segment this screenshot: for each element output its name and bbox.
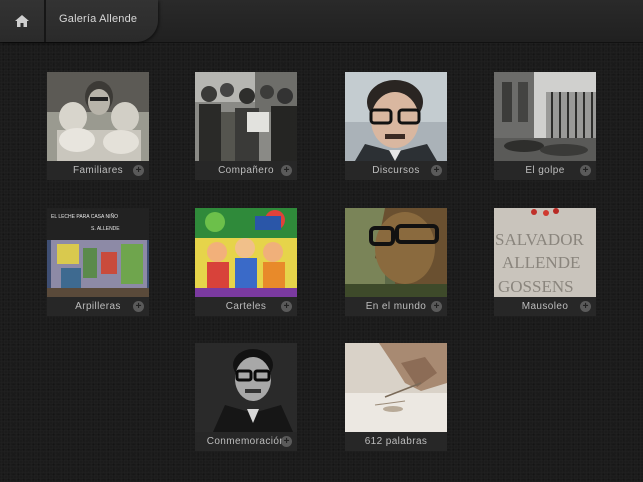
gallery-tile-arpilleras[interactable]: EL LECHE PARA CASA NIÑO S. ALLENDE Arpil… xyxy=(47,208,149,316)
gallery-tile-612-palabras[interactable]: 612 palabras xyxy=(345,343,447,451)
tile-label: 612 palabras xyxy=(364,436,428,447)
home-button[interactable] xyxy=(0,0,46,42)
plus-icon[interactable]: + xyxy=(281,436,292,447)
mausoleo-line-3: GOSSENS xyxy=(498,277,574,296)
tile-label: Conmemoración xyxy=(206,436,286,447)
tile-label: Familiares xyxy=(72,165,124,176)
thumbnail-discursos xyxy=(345,72,447,161)
gallery-tile-conmemoracion[interactable]: Conmemoración + xyxy=(195,343,297,451)
tile-label-bar: Mausoleo + xyxy=(494,297,596,316)
thumbnail-mausoleo: SALVADOR ALLENDE GOSSENS xyxy=(494,208,596,297)
tile-label-bar: Arpilleras + xyxy=(47,297,149,316)
header-tab: Galería Allende xyxy=(0,0,158,42)
thumbnail-612-palabras xyxy=(345,343,447,432)
plus-icon[interactable]: + xyxy=(580,301,591,312)
tile-label-bar: Familiares + xyxy=(47,161,149,180)
thumbnail-companero xyxy=(195,72,297,161)
page-title: Galería Allende xyxy=(59,13,138,25)
tile-label: Arpilleras xyxy=(75,301,121,312)
plus-icon[interactable]: + xyxy=(431,301,442,312)
gallery-tile-el-golpe[interactable]: El golpe + xyxy=(494,72,596,180)
plus-icon[interactable]: + xyxy=(431,165,442,176)
gallery-tile-familiares[interactable]: Familiares + xyxy=(47,72,149,180)
thumbnail-arpilleras: EL LECHE PARA CASA NIÑO S. ALLENDE xyxy=(47,208,149,297)
tile-label-bar: 612 palabras xyxy=(345,432,447,451)
thumbnail-conmemoracion xyxy=(195,343,297,432)
tile-label: Discursos xyxy=(372,165,420,176)
plus-icon[interactable]: + xyxy=(580,165,591,176)
tile-label: El golpe xyxy=(525,165,565,176)
thumbnail-en-el-mundo xyxy=(345,208,447,297)
gallery-tile-en-el-mundo[interactable]: En el mundo + xyxy=(345,208,447,316)
gallery-tile-companero[interactable]: Compañero + xyxy=(195,72,297,180)
plus-icon[interactable]: + xyxy=(133,301,144,312)
gallery-tile-mausoleo[interactable]: SALVADOR ALLENDE GOSSENS Mausoleo + xyxy=(494,208,596,316)
gallery-tile-carteles[interactable]: Carteles + xyxy=(195,208,297,316)
plus-icon[interactable]: + xyxy=(281,165,292,176)
arpillera-text-2: S. ALLENDE xyxy=(91,226,120,232)
tile-label-bar: Compañero + xyxy=(195,161,297,180)
top-bar: Galería Allende xyxy=(0,0,643,43)
tile-label: Compañero xyxy=(218,165,274,176)
tile-label-bar: Carteles + xyxy=(195,297,297,316)
mausoleo-line-2: ALLENDE xyxy=(502,253,580,272)
thumbnail-carteles xyxy=(195,208,297,297)
home-icon xyxy=(15,15,29,27)
mausoleo-line-1: SALVADOR xyxy=(495,230,584,249)
tile-label-bar: El golpe + xyxy=(494,161,596,180)
tile-label: Mausoleo xyxy=(521,301,569,312)
tile-label: Carteles xyxy=(225,301,267,312)
thumbnail-familiares xyxy=(47,72,149,161)
tile-label-bar: Discursos + xyxy=(345,161,447,180)
thumbnail-el-golpe xyxy=(494,72,596,161)
gallery-tile-discursos[interactable]: Discursos + xyxy=(345,72,447,180)
plus-icon[interactable]: + xyxy=(281,301,292,312)
tile-label-bar: Conmemoración + xyxy=(195,432,297,451)
plus-icon[interactable]: + xyxy=(133,165,144,176)
tile-label-bar: En el mundo + xyxy=(345,297,447,316)
tile-label: En el mundo xyxy=(365,301,427,312)
arpillera-text-1: EL LECHE PARA CASA NIÑO xyxy=(51,213,118,220)
